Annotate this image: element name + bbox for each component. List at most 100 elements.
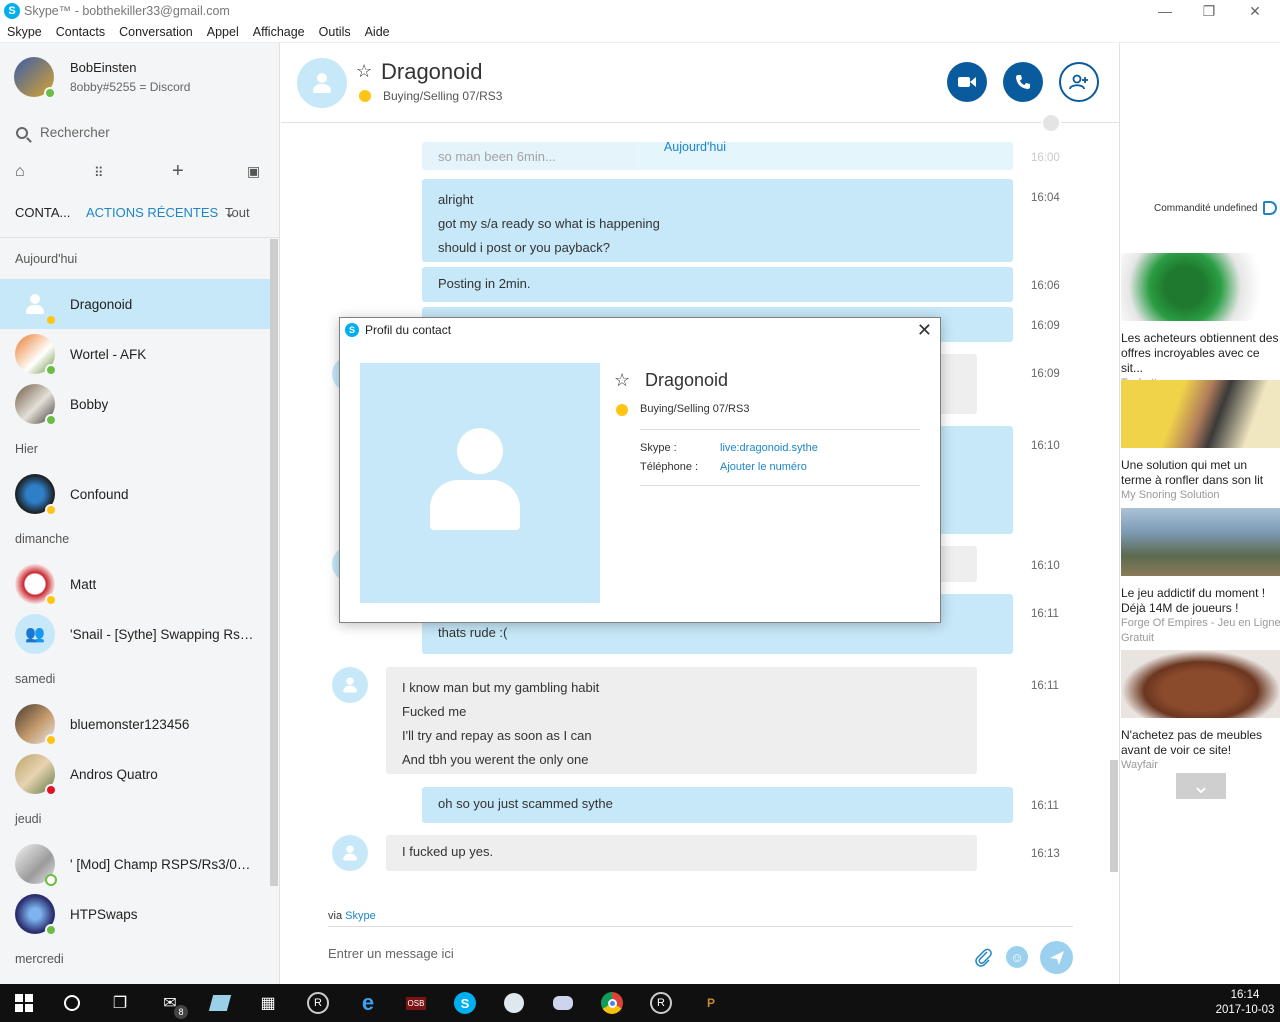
circle-icon xyxy=(64,995,80,1011)
avatar xyxy=(15,894,57,936)
task-view-button[interactable]: ❐ xyxy=(106,989,134,1017)
ad-item[interactable]: Le jeu addictif du moment ! Déjà 14M de … xyxy=(1121,508,1280,646)
message-bubble-outgoing[interactable]: oh so you just scammed sythe xyxy=(422,787,1013,823)
video-call-button[interactable] xyxy=(947,62,987,102)
message-bubble-incoming[interactable]: I fucked up yes. xyxy=(386,835,977,871)
sidebar: BobEinsten 8obby#5255 = Discord Recherch… xyxy=(0,43,280,984)
contact-item-andros[interactable]: Andros Quatro xyxy=(0,749,270,799)
sidebar-scrollbar[interactable] xyxy=(270,239,278,886)
taskbar-calculator[interactable]: ▦ xyxy=(254,989,282,1017)
message-bubble-incoming[interactable]: I know man but my gambling habit Fucked … xyxy=(386,667,977,774)
ad-image[interactable] xyxy=(1121,253,1280,321)
message-bubble-outgoing[interactable]: alright got my s/a ready so what is happ… xyxy=(422,179,1013,262)
ad-title[interactable]: Le jeu addictif du moment ! Déjà 14M de … xyxy=(1121,586,1280,616)
contact-item-dragonoid[interactable]: Dragonoid xyxy=(0,279,270,329)
message-time: 16:06 xyxy=(1031,280,1060,292)
ad-item[interactable]: Les acheteurs obtiennent des offres incr… xyxy=(1121,253,1280,391)
emoticon-button[interactable]: ☺ xyxy=(1006,946,1028,968)
system-clock[interactable]: 16:14 2017-10-03 xyxy=(1212,988,1278,1018)
ad-image[interactable] xyxy=(1121,508,1280,576)
group-header: samedi xyxy=(15,672,56,686)
taskbar-pathofexile[interactable]: P xyxy=(697,989,725,1017)
star-icon[interactable]: ☆ xyxy=(614,370,630,391)
menu-contacts[interactable]: Contacts xyxy=(56,25,105,39)
contact-name: Matt xyxy=(70,576,97,592)
add-phone-link[interactable]: Ajouter le numéro xyxy=(720,461,807,473)
adchoices-icon[interactable] xyxy=(1263,201,1277,215)
via-skype-link[interactable]: Skype xyxy=(345,910,376,922)
taskbar-runelite-2[interactable]: R xyxy=(647,989,675,1017)
ad-title[interactable]: Une solution qui met un terme à ronfler … xyxy=(1121,458,1280,488)
contact-item-matt[interactable]: Matt xyxy=(0,559,270,609)
star-icon[interactable]: ☆ xyxy=(356,61,372,82)
start-button[interactable] xyxy=(10,989,38,1017)
add-contact-plus-icon[interactable]: + xyxy=(172,160,184,183)
profile-name: Dragonoid xyxy=(645,370,729,390)
send-arrow-icon xyxy=(1049,950,1064,965)
taskbar-skype[interactable]: S xyxy=(451,989,479,1017)
menu-conversation[interactable]: Conversation xyxy=(119,25,193,39)
ad-title[interactable]: N'achetez pas de meubles avant de voir c… xyxy=(1121,728,1280,758)
message-text: oh so you just scammed sythe xyxy=(438,796,613,811)
close-window-button[interactable]: ✕ xyxy=(1232,0,1278,22)
my-profile[interactable]: BobEinsten 8obby#5255 = Discord xyxy=(14,57,190,99)
tab-contacts[interactable]: CONTA... xyxy=(15,205,70,220)
contact-item-bobby[interactable]: Bobby xyxy=(0,379,270,429)
taskbar-chrome[interactable] xyxy=(598,989,626,1017)
filter-dropdown[interactable]: Tout ⌄ xyxy=(225,205,250,220)
contact-item-snail-group[interactable]: 👥 'Snail - [Sythe] Swapping Rs3... xyxy=(0,609,270,659)
away-status-icon xyxy=(45,594,57,606)
runelite-icon: R xyxy=(307,992,329,1014)
taskbar-osbuddy[interactable]: OSB xyxy=(402,989,430,1017)
taskbar-steam[interactable] xyxy=(500,989,528,1017)
filter-label: Tout xyxy=(225,205,250,220)
contact-avatar[interactable] xyxy=(297,58,347,108)
tab-recent[interactable]: ACTIONS RÉCENTES xyxy=(86,205,218,220)
close-dialog-button[interactable]: ✕ xyxy=(917,320,932,341)
audio-call-button[interactable] xyxy=(1003,62,1043,102)
profile-photo xyxy=(360,363,600,603)
skype-id-value[interactable]: live:dragonoid.sythe xyxy=(720,442,818,454)
contact-item-confound[interactable]: Confound xyxy=(0,469,270,519)
cortana-search-button[interactable] xyxy=(58,989,86,1017)
send-button[interactable] xyxy=(1040,941,1073,974)
ad-image[interactable] xyxy=(1121,650,1280,718)
my-avatar[interactable] xyxy=(14,57,56,99)
ads-more-button[interactable]: ⌄ xyxy=(1176,773,1226,799)
ad-item[interactable]: Une solution qui met un terme à ronfler … xyxy=(1121,380,1280,503)
attach-file-button[interactable] xyxy=(972,946,994,968)
ad-image[interactable] xyxy=(1121,380,1280,448)
contact-item-champ[interactable]: ' [Mod] Champ RSPS/Rs3/07... xyxy=(0,839,270,889)
conversation-title[interactable]: Dragonoid xyxy=(381,59,483,85)
contact-item-wortel[interactable]: Wortel - AFK xyxy=(0,329,270,379)
search-box[interactable]: Rechercher xyxy=(16,125,110,140)
bot-icon[interactable]: ▣ xyxy=(247,163,260,180)
messages-scrollbar[interactable] xyxy=(1110,760,1118,872)
add-people-button[interactable] xyxy=(1059,62,1099,102)
menu-aide[interactable]: Aide xyxy=(365,25,390,39)
taskbar-discord[interactable] xyxy=(549,989,577,1017)
taskbar-mail[interactable]: ✉ 8 xyxy=(156,989,188,1019)
online-status-icon xyxy=(45,414,57,426)
contact-item-bluemonster[interactable]: bluemonster123456 xyxy=(0,699,270,749)
menu-skype[interactable]: Skype xyxy=(7,25,42,39)
taskbar-edge[interactable]: e xyxy=(354,989,382,1017)
taskbar-app-notes[interactable] xyxy=(206,989,234,1017)
ad-item[interactable]: N'achetez pas de meubles avant de voir c… xyxy=(1121,650,1280,773)
maximize-button[interactable]: ❐ xyxy=(1186,0,1232,22)
group-header: Hier xyxy=(15,442,38,456)
home-icon[interactable]: ⌂ xyxy=(15,163,25,181)
minimize-button[interactable]: — xyxy=(1142,0,1188,22)
message-input[interactable]: Entrer un message ici xyxy=(328,946,454,961)
menu-outils[interactable]: Outils xyxy=(319,25,351,39)
message-bubble-outgoing[interactable]: Posting in 2min. xyxy=(422,267,1013,302)
note-icon xyxy=(208,995,232,1011)
taskbar-runelite[interactable]: R xyxy=(304,989,332,1017)
menu-affichage[interactable]: Affichage xyxy=(253,25,305,39)
menu-appel[interactable]: Appel xyxy=(207,25,239,39)
contact-item-htpswaps[interactable]: HTPSwaps xyxy=(0,889,270,939)
ad-title[interactable]: Les acheteurs obtiennent des offres incr… xyxy=(1121,331,1280,376)
search-input[interactable]: Rechercher xyxy=(40,125,110,140)
dialpad-icon[interactable]: ⠿ xyxy=(94,165,104,181)
skype-logo-icon: S xyxy=(454,992,476,1014)
